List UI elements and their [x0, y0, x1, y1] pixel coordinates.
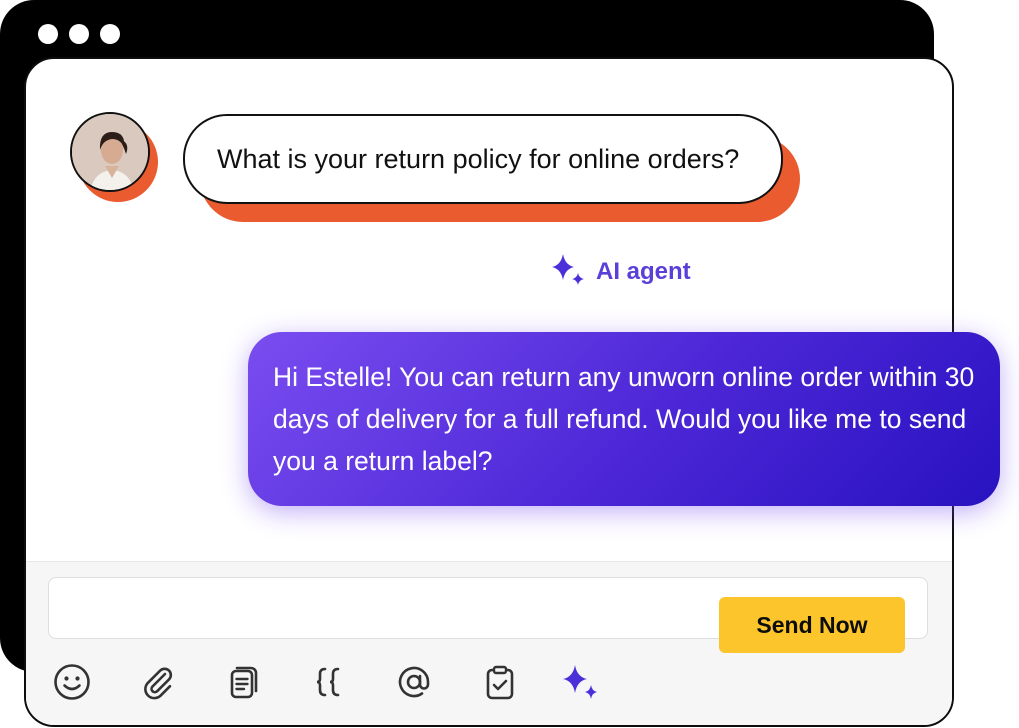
- agent-message-text: Hi Estelle! You can return any unworn on…: [273, 362, 975, 476]
- window-dot-minimize[interactable]: [69, 24, 89, 44]
- template-icon[interactable]: [222, 660, 266, 704]
- send-now-button[interactable]: Send Now: [719, 597, 905, 653]
- agent-message-bubble: Hi Estelle! You can return any unworn on…: [248, 332, 1000, 506]
- user-avatar-group: [70, 112, 160, 202]
- window-dot-maximize[interactable]: [100, 24, 120, 44]
- emoji-icon[interactable]: [50, 660, 94, 704]
- sparkle-icon[interactable]: [558, 660, 602, 704]
- agent-label-text: AI agent: [596, 258, 691, 285]
- agent-label: AI agent: [548, 252, 691, 292]
- braces-icon[interactable]: [308, 660, 352, 704]
- paperclip-icon[interactable]: [136, 660, 180, 704]
- user-message-text: What is your return policy for online or…: [217, 143, 740, 174]
- sparkle-icon: [548, 250, 588, 295]
- window-dot-close[interactable]: [38, 24, 58, 44]
- user-message-bubble: What is your return policy for online or…: [183, 114, 783, 204]
- at-icon[interactable]: [392, 660, 436, 704]
- avatar: [70, 112, 150, 192]
- clipboard-check-icon[interactable]: [478, 660, 522, 704]
